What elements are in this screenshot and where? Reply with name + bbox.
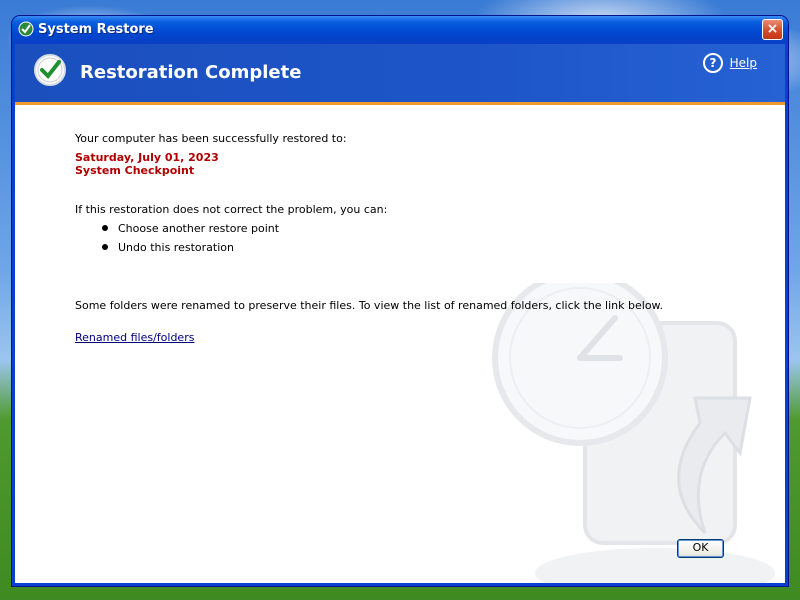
page-title: Restoration Complete — [80, 62, 302, 83]
system-restore-window: System Restore × Restoration Complete ? … — [12, 16, 788, 586]
renamed-files-link[interactable]: Renamed files/folders — [75, 331, 194, 344]
option-undo: Undo this restoration — [118, 241, 234, 254]
title-bar[interactable]: System Restore × — [12, 16, 788, 44]
bullet-icon — [102, 244, 108, 250]
help-icon[interactable]: ? — [703, 53, 723, 73]
restore-clock-watermark-icon — [492, 283, 775, 583]
close-button[interactable]: × — [762, 19, 783, 40]
list-item: Choose another restore point — [102, 222, 279, 235]
content-pane: Your computer has been successfully rest… — [15, 105, 785, 583]
restore-date: Saturday, July 01, 2023 — [75, 151, 219, 164]
header-banner: Restoration Complete ? Help — [15, 44, 785, 105]
window-title: System Restore — [38, 22, 154, 37]
options-intro-text: If this restoration does not correct the… — [75, 203, 388, 216]
checkmark-clock-icon — [34, 54, 66, 86]
option-choose-another: Choose another restore point — [118, 222, 280, 235]
restored-to-text: Your computer has been successfully rest… — [75, 132, 347, 145]
renamed-folders-note: Some folders were renamed to preserve th… — [75, 299, 664, 312]
restore-point-name: System Checkpoint — [75, 164, 195, 177]
bullet-icon — [102, 225, 108, 231]
ok-button[interactable]: OK — [677, 539, 724, 558]
list-item: Undo this restoration — [102, 241, 234, 254]
help-link[interactable]: Help — [730, 56, 757, 70]
system-restore-icon — [18, 21, 34, 37]
